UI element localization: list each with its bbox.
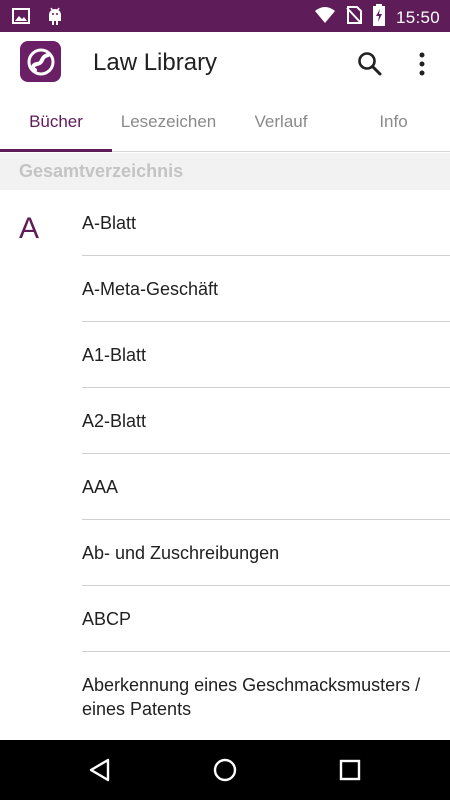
list-item[interactable]: A-Meta-Geschäft [82,256,450,322]
battery-charging-icon [372,4,386,31]
home-icon[interactable] [211,756,239,784]
index-letter: A [19,212,40,245]
system-nav-bar [0,740,450,800]
section-title: Gesamtverzeichnis [19,161,184,181]
tab-bar: Bücher Lesezeichen Verlauf Info [0,92,450,152]
list-item[interactable]: Aberkennung eines Geschmacksmusters / ei… [82,652,450,740]
list-item[interactable]: AAA [82,454,450,520]
status-time: 15:50 [395,7,440,27]
gallery-icon [12,7,30,30]
tab-buecher[interactable]: Bücher [0,92,112,152]
tab-lesezeichen[interactable]: Lesezeichen [112,92,225,152]
wifi-icon [314,6,336,29]
app-bar: Law Library [0,32,450,92]
search-icon[interactable] [356,50,384,78]
list-item[interactable]: A2-Blatt [82,388,450,454]
status-bar: 15:50 [0,0,450,32]
list-item[interactable]: A-Blatt [82,190,450,256]
back-icon[interactable] [86,756,114,784]
tab-info[interactable]: Info [337,92,450,152]
app-logo-icon [20,41,61,82]
tab-indicator [0,149,112,152]
book-list[interactable]: A A-Blatt A-Meta-Geschäft A1-Blatt A2-Bl… [0,190,450,740]
list-item[interactable]: Ab- und Zuschreibungen [82,520,450,586]
tab-verlauf[interactable]: Verlauf [225,92,337,152]
recents-icon[interactable] [336,756,364,784]
android-debug-icon [46,6,64,31]
app-title: Law Library [93,49,218,76]
list-item[interactable]: ABCP [82,586,450,652]
list-item[interactable]: A1-Blatt [82,322,450,388]
more-vert-icon[interactable] [410,50,434,78]
no-sim-icon [346,5,362,30]
section-header: Gesamtverzeichnis [0,153,450,190]
